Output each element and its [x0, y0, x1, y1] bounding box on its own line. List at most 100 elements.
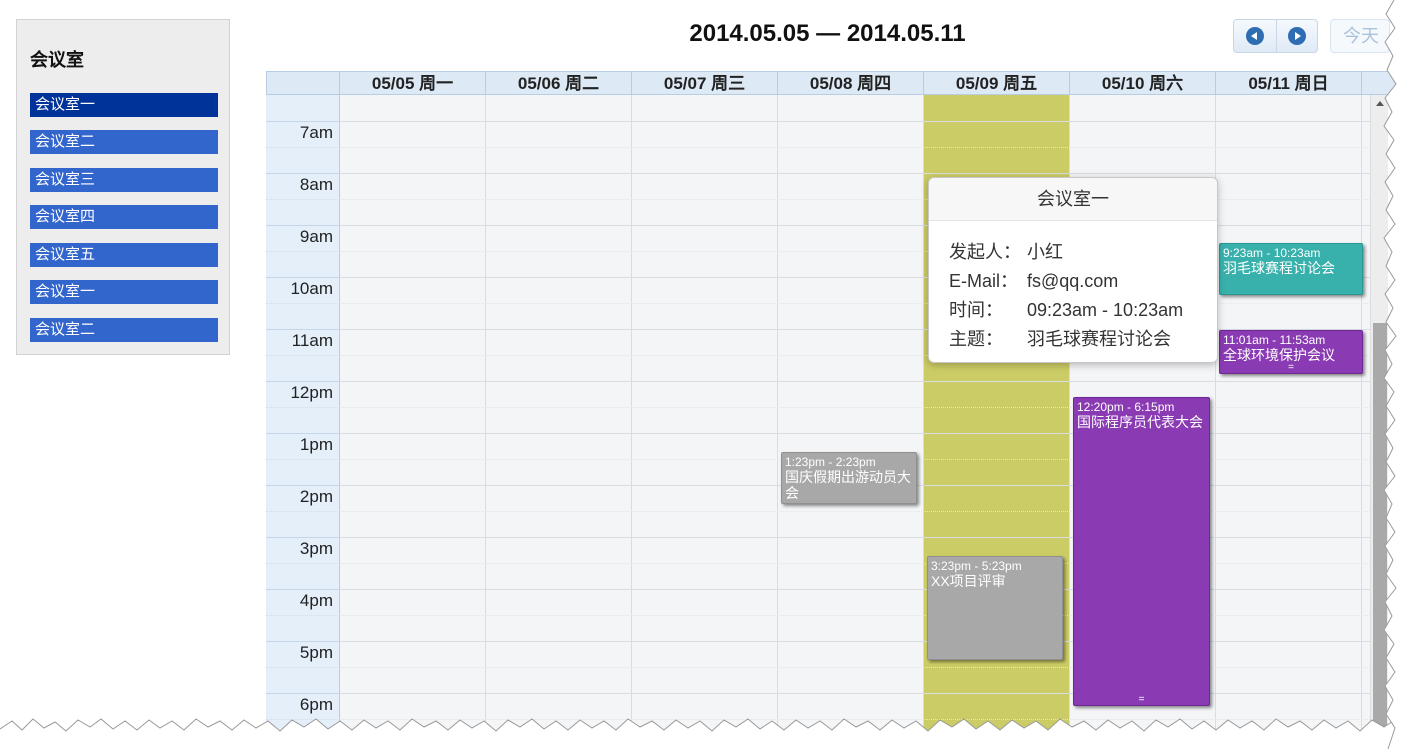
- gutter-hour-line: [266, 381, 340, 382]
- resize-handle[interactable]: =: [1220, 363, 1362, 373]
- event-title: 国庆假期出游动员大会: [785, 469, 911, 501]
- gutter-hour-line: [266, 277, 340, 278]
- hour-line: [340, 693, 1370, 694]
- time-label-4pm: 4pm: [299, 591, 333, 610]
- event-detail-popover: 会议室一 发起人： 小红 E-Mail： fs@qq.com 时间： 09:23am …: [928, 177, 1218, 363]
- gutter-hour-line: [266, 485, 340, 486]
- event-title: 国际程序员代表大会: [1077, 414, 1203, 430]
- gutter-half-hour-line: [266, 407, 340, 408]
- week-range-title: 2014.05.05 — 2014.05.11: [689, 20, 966, 47]
- day-column-sun[interactable]: [1216, 95, 1362, 749]
- gutter-half-hour-line: [266, 147, 340, 148]
- gutter-half-hour-line: [266, 615, 340, 616]
- torn-edge-right: [1383, 0, 1413, 749]
- popover-row-time: 时间： 09:23am - 10:23am: [949, 296, 1183, 322]
- day-header-sun: 05/11 周日: [1216, 72, 1362, 96]
- room-item-3[interactable]: 会议室三: [30, 168, 218, 192]
- popover-label: E-Mail：: [949, 271, 1019, 291]
- room-item-2[interactable]: 会议室二: [30, 130, 218, 154]
- event-time: 3:23pm - 5:23pm: [931, 559, 1022, 573]
- gutter-hour-line: [266, 433, 340, 434]
- event-title: 全球环境保护会议: [1223, 347, 1335, 363]
- header-corner: [267, 72, 340, 96]
- popover-row-email: E-Mail： fs@qq.com: [949, 267, 1118, 293]
- week-nav-group: [1233, 19, 1318, 53]
- gutter-hour-line: [266, 329, 340, 330]
- gutter-half-hour-line: [266, 355, 340, 356]
- event-time: 1:23pm - 2:23pm: [785, 455, 876, 469]
- day-column-thu[interactable]: [778, 95, 924, 749]
- popover-value: 小红: [1027, 242, 1063, 262]
- day-header-sat: 05/10 周六: [1070, 72, 1216, 96]
- nav-divider: [1276, 20, 1277, 52]
- gutter-half-hour-line: [266, 563, 340, 564]
- event-card[interactable]: 9:23am - 10:23am 羽毛球赛程讨论会: [1219, 243, 1363, 295]
- gutter-half-hour-line: [266, 511, 340, 512]
- day-column-wed[interactable]: [632, 95, 778, 749]
- hour-line: [340, 641, 1370, 642]
- popover-row-subject: 主题： 羽毛球赛程讨论会: [949, 325, 1171, 351]
- resize-handle[interactable]: =: [1074, 695, 1209, 705]
- hour-line: [340, 121, 1370, 122]
- hour-line: [340, 381, 1370, 382]
- room-item-4[interactable]: 会议室四: [30, 205, 218, 229]
- hour-line: [340, 589, 1370, 590]
- chevron-left-icon[interactable]: [1246, 27, 1264, 45]
- hour-line: [340, 537, 1370, 538]
- torn-edge-bottom: [0, 718, 1413, 749]
- day-column-tue[interactable]: [486, 95, 632, 749]
- popover-value: 羽毛球赛程讨论会: [1027, 329, 1171, 349]
- popover-label: 时间：: [949, 300, 1003, 320]
- time-label-11am: 11am: [291, 331, 333, 350]
- time-label-7am: 7am: [299, 123, 333, 142]
- gutter-hour-line: [266, 173, 340, 174]
- event-card[interactable]: 12:20pm - 6:15pm 国际程序员代表大会 =: [1073, 397, 1210, 706]
- day-column-mon[interactable]: [340, 95, 486, 749]
- room-item-6[interactable]: 会议室一: [30, 280, 218, 304]
- half-hour-line: [340, 563, 1370, 564]
- room-sidebar: 会议室 会议室一 会议室二 会议室三 会议室四 会议室五 会议室一 会议室二: [16, 19, 230, 355]
- gutter-hour-line: [266, 693, 340, 694]
- room-item-1[interactable]: 会议室一: [30, 93, 218, 117]
- half-hour-line: [340, 667, 1370, 668]
- time-label-9am: 9am: [299, 227, 333, 246]
- half-hour-line: [340, 147, 1370, 148]
- gutter-hour-line: [266, 641, 340, 642]
- gutter-half-hour-line: [266, 199, 340, 200]
- gutter-half-hour-line: [266, 459, 340, 460]
- gutter-hour-line: [266, 121, 340, 122]
- hour-line: [340, 433, 1370, 434]
- gutter-half-hour-line: [266, 667, 340, 668]
- event-title: 羽毛球赛程讨论会: [1223, 260, 1335, 276]
- gutter-hour-line: [266, 537, 340, 538]
- day-header-tue: 05/06 周二: [486, 72, 632, 96]
- popover-label: 主题：: [949, 329, 1003, 349]
- chevron-right-icon[interactable]: [1288, 27, 1306, 45]
- half-hour-line: [340, 511, 1370, 512]
- time-label-5pm: 5pm: [299, 643, 333, 662]
- time-label-12pm: 12pm: [290, 383, 333, 402]
- popover-value: 09:23am - 10:23am: [1027, 300, 1184, 320]
- event-card[interactable]: 1:23pm - 2:23pm 国庆假期出游动员大会: [781, 452, 917, 504]
- day-header-mon: 05/05 周一: [340, 72, 486, 96]
- room-item-5[interactable]: 会议室五: [30, 243, 218, 267]
- popover-label: 发起人：: [949, 242, 1021, 262]
- event-card[interactable]: 11:01am - 11:53am 全球环境保护会议 =: [1219, 330, 1363, 374]
- time-label-8am: 8am: [299, 175, 333, 194]
- room-item-7[interactable]: 会议室二: [30, 318, 218, 342]
- time-label-10am: 10am: [290, 279, 333, 298]
- day-header-fri: 05/09 周五: [924, 72, 1070, 96]
- event-title: XX项目评审: [931, 573, 1006, 589]
- time-label-1pm: 1pm: [299, 435, 333, 454]
- day-header-thu: 05/08 周四: [778, 72, 924, 96]
- event-time: 9:23am - 10:23am: [1223, 246, 1321, 260]
- day-header-row: 05/05 周一 05/06 周二 05/07 周三 05/08 周四 05/0…: [266, 71, 1398, 96]
- half-hour-line: [340, 615, 1370, 616]
- day-header-wed: 05/07 周三: [632, 72, 778, 96]
- sidebar-title: 会议室: [30, 50, 84, 70]
- gutter-hour-line: [266, 225, 340, 226]
- time-label-6pm: 6pm: [299, 695, 333, 714]
- gutter-hour-line: [266, 589, 340, 590]
- week-calendar: 05/05 周一 05/06 周二 05/07 周三 05/08 周四 05/0…: [266, 71, 1398, 749]
- event-card[interactable]: 3:23pm - 5:23pm XX项目评审: [927, 556, 1063, 660]
